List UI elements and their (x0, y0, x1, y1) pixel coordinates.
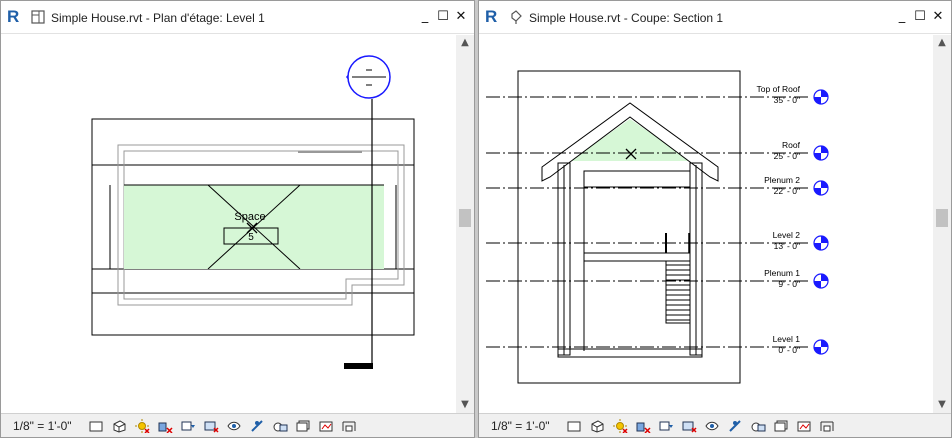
view-control-icons (87, 418, 358, 434)
detail-level-icon[interactable] (565, 418, 583, 434)
vertical-scrollbar[interactable]: ▲ ▼ (456, 35, 474, 413)
scroll-up-icon[interactable]: ▲ (456, 35, 474, 51)
window-title: Simple House.rvt - Plan d'étage: Level 1 (51, 11, 265, 25)
level-elevation: 22' - 0" (774, 186, 800, 196)
scroll-down-icon[interactable]: ▼ (933, 397, 951, 413)
reveal-constraints-icon[interactable] (340, 418, 358, 434)
scroll-thumb[interactable] (459, 209, 471, 227)
minimize-button[interactable]: _ (418, 9, 432, 25)
level-head-icon[interactable] (813, 273, 829, 289)
drawing-canvas[interactable]: Space 5 (2, 35, 455, 413)
highlight-displacement-icon[interactable] (795, 418, 813, 434)
temporary-view-properties-icon[interactable] (749, 418, 767, 434)
title-bar[interactable]: R Simple House.rvt - Plan d'étage: Level… (1, 1, 474, 34)
level-name: Top of Roof (757, 84, 801, 94)
vertical-scrollbar[interactable]: ▲ ▼ (933, 35, 951, 413)
level-marker[interactable]: Level 213' - 0" (486, 230, 829, 251)
level-head-icon[interactable] (813, 235, 829, 251)
stair-treads (666, 264, 690, 321)
sun-path-icon[interactable] (133, 418, 151, 434)
hide-analytical-icon[interactable] (772, 418, 790, 434)
sun-path-icon[interactable] (611, 418, 629, 434)
restore-button[interactable]: ☐ (913, 9, 927, 25)
temporary-hide-icon[interactable] (703, 418, 721, 434)
floor-level-1 (557, 348, 703, 358)
revit-logo-icon: R (7, 7, 20, 26)
space-number-label: 5 (248, 232, 254, 243)
level-elevation: 13' - 0" (774, 241, 800, 251)
scroll-down-icon[interactable]: ▼ (456, 397, 474, 413)
level-marker[interactable]: Plenum 19' - 0" (486, 268, 829, 289)
view-control-icons (565, 418, 836, 434)
level-head-icon[interactable] (813, 89, 829, 105)
section-icon (511, 10, 522, 24)
level-elevation: 0' - 0" (778, 345, 800, 355)
level-name: Plenum 1 (764, 268, 800, 278)
hide-analytical-icon[interactable] (294, 418, 312, 434)
show-crop-region-icon[interactable] (202, 418, 220, 434)
section-window[interactable]: R Simple House.rvt - Coupe: Section 1 _ … (478, 0, 952, 438)
detail-level-icon[interactable] (87, 418, 105, 434)
level-head-icon[interactable] (813, 145, 829, 161)
level-head-icon[interactable] (813, 339, 829, 355)
view-scale[interactable]: 1/8" = 1'-0" (491, 419, 565, 433)
close-button[interactable]: ✕ (454, 9, 468, 25)
title-bar[interactable]: R Simple House.rvt - Coupe: Section 1 _ … (479, 1, 951, 34)
view-control-bar: 1/8" = 1'-0" (479, 413, 951, 437)
show-crop-region-icon[interactable] (680, 418, 698, 434)
level-marker[interactable]: Level 10' - 0" (486, 334, 829, 355)
level-marker[interactable]: Plenum 222' - 0" (486, 175, 829, 196)
section-tail (344, 363, 373, 369)
level-elevation: 9' - 0" (778, 279, 800, 289)
close-button[interactable]: ✕ (931, 9, 945, 25)
visual-style-icon[interactable] (110, 418, 128, 434)
floor-plan-drawing: Space 5 (91, 55, 415, 369)
level-elevation: 35' - 0" (774, 95, 800, 105)
section-drawing: Top of Roof35' - 0" Roof25' - 0" Plenum 22… (486, 70, 829, 384)
scroll-up-icon[interactable]: ▲ (933, 35, 951, 51)
level-name: Level 1 (773, 334, 801, 344)
floor-plan-window[interactable]: R Simple House.rvt - Plan d'étage: Level… (0, 0, 475, 438)
section-head-icon[interactable] (346, 55, 391, 99)
temporary-hide-icon[interactable] (225, 418, 243, 434)
minimize-button[interactable]: _ (895, 9, 909, 25)
visual-style-icon[interactable] (588, 418, 606, 434)
highlight-displacement-icon[interactable] (317, 418, 335, 434)
shadows-icon[interactable] (156, 418, 174, 434)
level-head-icon[interactable] (813, 180, 829, 196)
shadows-icon[interactable] (634, 418, 652, 434)
ceiling (583, 170, 691, 188)
crop-view-icon[interactable] (657, 418, 675, 434)
reveal-constraints-icon[interactable] (818, 418, 836, 434)
scroll-thumb[interactable] (936, 209, 948, 227)
restore-button[interactable]: ☐ (436, 9, 450, 25)
view-scale[interactable]: 1/8" = 1'-0" (13, 419, 87, 433)
level-elevation: 25' - 0" (774, 151, 800, 161)
drawing-canvas[interactable]: Top of Roof 35' - 0" Roof 25' - 0" Plenum 22… (480, 35, 933, 413)
revit-logo-icon: R (485, 7, 498, 26)
level-name: Roof (782, 140, 801, 150)
temporary-view-properties-icon[interactable] (271, 418, 289, 434)
space-name-label[interactable]: Space (234, 211, 265, 223)
view-control-bar: 1/8" = 1'-0" (1, 413, 474, 437)
floor-level-2 (583, 252, 691, 262)
reveal-hidden-icon[interactable] (248, 418, 266, 434)
window-title: Simple House.rvt - Coupe: Section 1 (529, 11, 724, 25)
reveal-hidden-icon[interactable] (726, 418, 744, 434)
level-name: Level 2 (773, 230, 801, 240)
floor-plan-icon (31, 10, 45, 24)
crop-view-icon[interactable] (179, 418, 197, 434)
level-marker[interactable]: Top of Roof35' - 0" (486, 84, 829, 105)
level-name: Plenum 2 (764, 175, 800, 185)
